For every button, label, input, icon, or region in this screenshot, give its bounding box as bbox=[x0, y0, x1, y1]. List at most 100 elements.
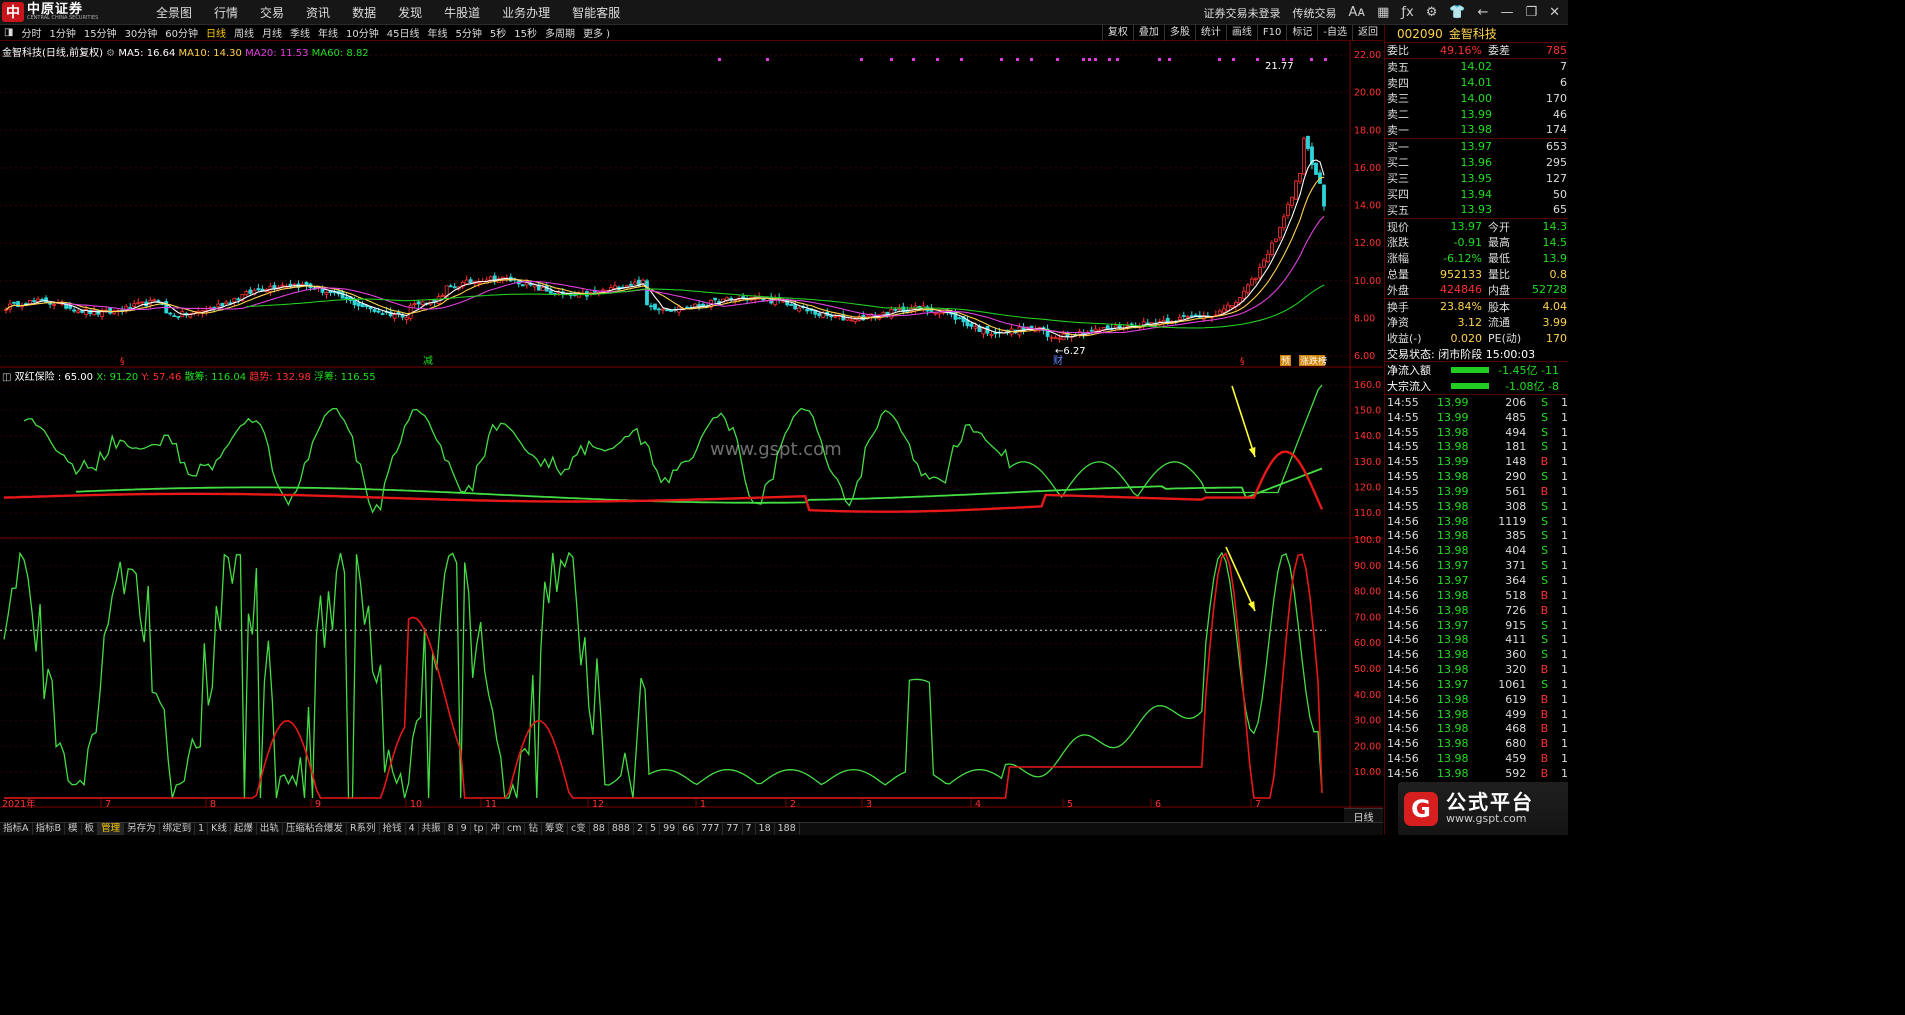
tool-button[interactable]: F10 bbox=[1256, 25, 1286, 41]
formula-tab[interactable]: 188 bbox=[775, 823, 800, 835]
menu-item[interactable]: 智能客服 bbox=[572, 4, 620, 21]
back-arrow-icon[interactable]: ← bbox=[1478, 5, 1489, 20]
formula-tab[interactable]: c变 bbox=[568, 823, 590, 835]
restore-icon[interactable]: ❐ bbox=[1525, 5, 1537, 20]
formula-tab[interactable]: 88 bbox=[590, 823, 609, 835]
tick-list[interactable]: 14:55 13.99 206 S 1 14:55 13.99 485 S 1 14:55 13.98… bbox=[1385, 395, 1568, 781]
formula-tab[interactable]: 99 bbox=[660, 823, 680, 835]
period-tab[interactable]: 年线 bbox=[314, 25, 342, 40]
formula-tab[interactable]: 压缩粘合爆发 bbox=[283, 823, 347, 835]
formula-tab[interactable]: 指标B bbox=[33, 823, 66, 835]
period-tab[interactable]: 季线 bbox=[286, 25, 314, 40]
formula-tab[interactable]: 指标A bbox=[0, 823, 33, 835]
formula-tab[interactable]: 共振 bbox=[419, 823, 445, 835]
ma60-legend: MA60: 8.82 bbox=[311, 48, 369, 59]
menu-item[interactable]: 行情 bbox=[214, 4, 238, 21]
formula-tab[interactable]: 8 bbox=[445, 823, 458, 835]
formula-tab[interactable]: 888 bbox=[609, 823, 634, 835]
tool-button[interactable]: 多股 bbox=[1163, 25, 1195, 41]
login-status[interactable]: 证券交易未登录 bbox=[1204, 5, 1281, 21]
tick-direction: S bbox=[1541, 499, 1549, 513]
stat-value: -6.12% bbox=[1443, 251, 1482, 265]
menu-item[interactable]: 数据 bbox=[352, 4, 376, 21]
panel-toggle-icon[interactable]: ◨ bbox=[0, 27, 17, 38]
formula-tab[interactable]: 绑定到 bbox=[160, 823, 196, 835]
formula-tab[interactable]: 管理 bbox=[98, 823, 125, 835]
formula-tab[interactable]: 77 bbox=[723, 823, 743, 835]
formula-tab[interactable]: 777 bbox=[698, 823, 724, 835]
formula-tab[interactable]: 起爆 bbox=[231, 823, 257, 835]
menu-item[interactable]: 全景图 bbox=[156, 4, 192, 21]
formula-tab[interactable]: 2 bbox=[634, 823, 648, 835]
broker-logo[interactable]: 中 中原证券 CENTRAL CHINA SECURITIES bbox=[2, 1, 100, 23]
tool-button[interactable]: 标记 bbox=[1286, 25, 1317, 41]
grid-icon[interactable]: ▦ bbox=[1377, 5, 1389, 20]
tag-zhangting: 涨跌榜 bbox=[1300, 355, 1327, 367]
formula-icon[interactable]: ƒx bbox=[1401, 5, 1413, 20]
stat-label: 总量 bbox=[1387, 268, 1409, 282]
formula-tab[interactable]: 钻 bbox=[525, 823, 542, 835]
menu-item[interactable]: 资讯 bbox=[306, 4, 330, 21]
tool-button[interactable]: -自选 bbox=[1317, 25, 1352, 41]
tick-direction: S bbox=[1541, 470, 1549, 484]
tick-volume: 1119 bbox=[1498, 514, 1527, 528]
formula-tab[interactable]: tp bbox=[471, 823, 488, 835]
tool-button[interactable]: 画线 bbox=[1225, 25, 1257, 41]
formula-tab[interactable]: 1 bbox=[195, 823, 209, 835]
settings-gear-icon[interactable]: ⚙ bbox=[106, 48, 115, 59]
formula-tab[interactable]: 7 bbox=[743, 823, 756, 835]
period-tab[interactable]: 15秒 bbox=[510, 25, 541, 40]
formula-tab[interactable]: 出轨 bbox=[257, 823, 283, 835]
period-tab[interactable]: 15分钟 bbox=[80, 25, 121, 40]
tool-button[interactable]: 复权 bbox=[1101, 25, 1133, 41]
font-size-icon[interactable]: Aᴀ bbox=[1349, 5, 1366, 20]
tool-button[interactable]: 叠加 bbox=[1132, 25, 1164, 41]
period-tab[interactable]: 日线 bbox=[202, 25, 230, 40]
formula-tab[interactable]: 5 bbox=[647, 823, 661, 835]
period-tab[interactable]: 月线 bbox=[258, 25, 286, 40]
indicator-menu-icon[interactable]: ◫ bbox=[2, 372, 11, 383]
formula-tab[interactable]: 4 bbox=[406, 823, 419, 835]
kline-chart-svg[interactable]: 22.0020.0018.0016.0014.0012.0010.008.006… bbox=[0, 41, 1383, 808]
formula-tab[interactable]: 66 bbox=[679, 823, 699, 835]
menu-item[interactable]: 发现 bbox=[398, 4, 422, 21]
trade-mode[interactable]: 传统交易 bbox=[1293, 5, 1337, 21]
formula-tab[interactable]: R系列 bbox=[347, 823, 380, 835]
period-tab[interactable]: 30分钟 bbox=[121, 25, 162, 40]
menu-item[interactable]: 业务办理 bbox=[502, 4, 550, 21]
chart-area[interactable]: 22.00 20.00 18.00 16.00 14.00 12.00 10.00 8.00 6… bbox=[0, 41, 1383, 808]
period-tab[interactable]: 60分钟 bbox=[161, 25, 202, 40]
period-tab[interactable]: 分时 bbox=[17, 25, 45, 40]
period-tab[interactable]: 多周期 bbox=[541, 25, 579, 40]
formula-tab[interactable]: 9 bbox=[458, 823, 471, 835]
period-tab[interactable]: 10分钟 bbox=[342, 25, 383, 40]
gspt-logo-icon: G bbox=[1404, 791, 1438, 826]
period-tab[interactable]: 周线 bbox=[230, 25, 258, 40]
period-tab[interactable]: 年线 bbox=[424, 25, 452, 40]
formula-tab[interactable]: 18 bbox=[756, 823, 775, 835]
tool-button[interactable]: 统计 bbox=[1194, 25, 1226, 41]
close-icon[interactable]: ✕ bbox=[1549, 5, 1560, 20]
formula-tab[interactable]: cm bbox=[504, 823, 526, 835]
formula-tab[interactable]: 模 bbox=[65, 823, 82, 835]
formula-tab[interactable]: 另存为 bbox=[124, 823, 160, 835]
period-tab[interactable]: 45日线 bbox=[383, 25, 424, 40]
order-volume: 6 bbox=[1560, 75, 1567, 89]
formula-tab[interactable]: 板 bbox=[82, 823, 99, 835]
gear-icon[interactable]: ⚙ bbox=[1426, 5, 1438, 20]
period-label[interactable]: 日线 bbox=[1344, 808, 1383, 824]
formula-tab[interactable]: 筹变 bbox=[542, 823, 569, 835]
period-tab[interactable]: 1分钟 bbox=[45, 25, 79, 40]
period-tab[interactable]: 5秒 bbox=[486, 25, 510, 40]
formula-tab[interactable]: 抢钱 bbox=[380, 823, 406, 835]
formula-tab[interactable]: K线 bbox=[208, 823, 231, 835]
period-tab[interactable]: 更多 ) bbox=[579, 25, 614, 40]
price-tick: 6.00 bbox=[1354, 351, 1375, 362]
formula-tab[interactable]: 冲 bbox=[487, 823, 504, 835]
shirt-icon[interactable]: 👕 bbox=[1449, 5, 1465, 20]
period-tab[interactable]: 5分钟 bbox=[452, 25, 486, 40]
tool-button[interactable]: 返回 bbox=[1352, 25, 1383, 41]
menu-item[interactable]: 交易 bbox=[260, 4, 284, 21]
minimize-icon[interactable]: — bbox=[1500, 5, 1513, 20]
menu-item[interactable]: 牛股道 bbox=[444, 4, 480, 21]
